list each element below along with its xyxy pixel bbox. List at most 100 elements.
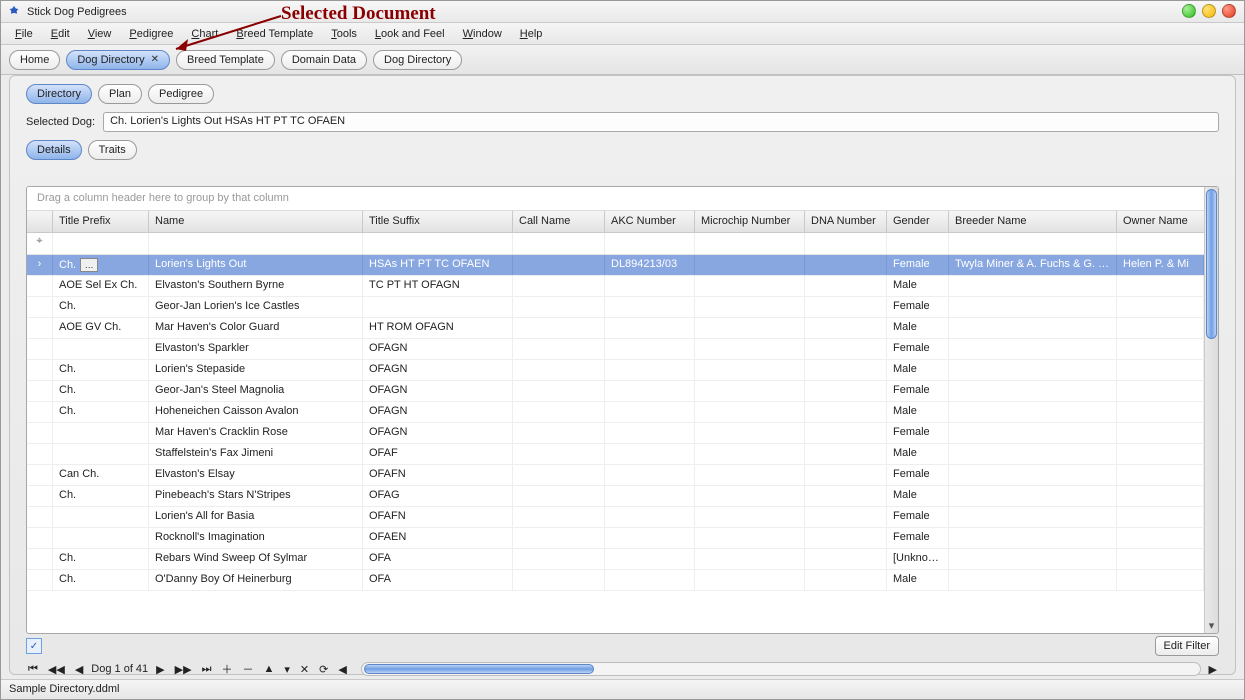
cell-breeder[interactable] xyxy=(949,276,1117,296)
dtab-traits[interactable]: Traits xyxy=(88,140,137,160)
cell-title-prefix[interactable]: Ch. xyxy=(53,360,149,380)
cell-breeder[interactable] xyxy=(949,318,1117,338)
cell-title-suffix[interactable]: HSAs HT PT TC OFAEN xyxy=(363,255,513,275)
menu-edit[interactable]: Edit xyxy=(43,26,78,42)
scroll-thumb[interactable] xyxy=(1206,189,1217,339)
cell-title-prefix[interactable]: Can Ch. xyxy=(53,465,149,485)
cell-gender[interactable]: Female xyxy=(887,339,949,359)
cell-name[interactable]: Elvaston's Elsay xyxy=(149,465,363,485)
cell-gender[interactable]: Male xyxy=(887,318,949,338)
col-dna[interactable]: DNA Number xyxy=(805,211,887,232)
col-breeder[interactable]: Breeder Name xyxy=(949,211,1117,232)
cell-microchip[interactable] xyxy=(695,255,805,275)
cell-call-name[interactable] xyxy=(513,339,605,359)
cell-name[interactable]: Rocknoll's Imagination xyxy=(149,528,363,548)
tab-domain-data[interactable]: Domain Data xyxy=(281,50,367,70)
minimize-button[interactable] xyxy=(1182,4,1196,18)
cell-title-suffix[interactable]: HT ROM OFAGN xyxy=(363,318,513,338)
dtab-details[interactable]: Details xyxy=(26,140,82,160)
cell-akc[interactable]: DL894213/03 xyxy=(605,255,695,275)
nav-prev-icon[interactable]: ◀ xyxy=(73,663,85,676)
hscroll-thumb[interactable] xyxy=(364,664,594,674)
cell-title-suffix[interactable]: OFAFN xyxy=(363,465,513,485)
cell-call-name[interactable] xyxy=(513,486,605,506)
cell-title-suffix[interactable]: OFA xyxy=(363,549,513,569)
cell-microchip[interactable] xyxy=(695,549,805,569)
cell-gender[interactable]: Female xyxy=(887,381,949,401)
cell-microchip[interactable] xyxy=(695,507,805,527)
table-row[interactable]: Ch.Lorien's StepasideOFAGNMale xyxy=(27,360,1204,381)
filter-icon[interactable]: ⌖ xyxy=(27,233,53,254)
cell-akc[interactable] xyxy=(605,570,695,590)
cell-name[interactable]: Pinebeach's Stars N'Stripes xyxy=(149,486,363,506)
table-row[interactable]: Ch.Pinebeach's Stars N'StripesOFAGMale xyxy=(27,486,1204,507)
menu-look-and-feel[interactable]: Look and Feel xyxy=(367,26,453,42)
vertical-scrollbar[interactable]: ▴ ▾ xyxy=(1204,187,1218,633)
cell-dna[interactable] xyxy=(805,423,887,443)
cell-title-prefix[interactable] xyxy=(53,423,149,443)
cell-title-suffix[interactable]: OFAGN xyxy=(363,402,513,422)
cell-name[interactable]: Lorien's Stepaside xyxy=(149,360,363,380)
menu-view[interactable]: View xyxy=(80,26,120,42)
selected-dog-field[interactable]: Ch. Lorien's Lights Out HSAs HT PT TC OF… xyxy=(103,112,1219,132)
cell-call-name[interactable] xyxy=(513,297,605,317)
cell-dna[interactable] xyxy=(805,255,887,275)
cell-title-suffix[interactable]: TC PT HT OFAGN xyxy=(363,276,513,296)
cell-breeder[interactable] xyxy=(949,360,1117,380)
cell-akc[interactable] xyxy=(605,549,695,569)
cell-call-name[interactable] xyxy=(513,423,605,443)
cell-akc[interactable] xyxy=(605,276,695,296)
cell-title-prefix[interactable] xyxy=(53,507,149,527)
cell-dna[interactable] xyxy=(805,402,887,422)
table-row[interactable]: Mar Haven's Cracklin RoseOFAGNFemale xyxy=(27,423,1204,444)
col-title-prefix[interactable]: Title Prefix xyxy=(53,211,149,232)
edit-filter-button[interactable]: Edit Filter xyxy=(1155,636,1219,656)
cell-title-suffix[interactable] xyxy=(363,297,513,317)
maximize-button[interactable] xyxy=(1202,4,1216,18)
cell-dna[interactable] xyxy=(805,381,887,401)
cell-microchip[interactable] xyxy=(695,360,805,380)
table-row[interactable]: AOE GV Ch.Mar Haven's Color GuardHT ROM … xyxy=(27,318,1204,339)
cell-owner[interactable] xyxy=(1117,276,1204,296)
table-row[interactable]: Ch.Geor-Jan's Steel MagnoliaOFAGNFemale xyxy=(27,381,1204,402)
cell-akc[interactable] xyxy=(605,339,695,359)
cell-title-prefix[interactable]: Ch. xyxy=(53,486,149,506)
cell-breeder[interactable] xyxy=(949,444,1117,464)
nav-next-page-icon[interactable]: ▶▶ xyxy=(173,663,194,676)
cell-owner[interactable] xyxy=(1117,444,1204,464)
cell-call-name[interactable] xyxy=(513,570,605,590)
cell-breeder[interactable] xyxy=(949,507,1117,527)
cell-akc[interactable] xyxy=(605,360,695,380)
cell-owner[interactable] xyxy=(1117,486,1204,506)
cell-microchip[interactable] xyxy=(695,486,805,506)
table-row[interactable]: Ch.Geor-Jan Lorien's Ice CastlesFemale xyxy=(27,297,1204,318)
cell-call-name[interactable] xyxy=(513,528,605,548)
cell-call-name[interactable] xyxy=(513,444,605,464)
subtab-pedigree[interactable]: Pedigree xyxy=(148,84,214,104)
nav-add-icon[interactable]: ＋ xyxy=(219,661,234,677)
nav-down-icon[interactable]: ▾ xyxy=(282,663,292,676)
nav-next-icon[interactable]: ▶ xyxy=(154,663,166,676)
cell-name[interactable]: Geor-Jan's Steel Magnolia xyxy=(149,381,363,401)
col-call-name[interactable]: Call Name xyxy=(513,211,605,232)
nav-first-icon[interactable]: ⏮ xyxy=(26,663,40,676)
cell-name[interactable]: Staffelstein's Fax Jimeni xyxy=(149,444,363,464)
cell-dna[interactable] xyxy=(805,528,887,548)
cell-microchip[interactable] xyxy=(695,528,805,548)
cell-breeder[interactable] xyxy=(949,570,1117,590)
filter-checkbox[interactable]: ✓ xyxy=(26,638,42,654)
cell-name[interactable]: Mar Haven's Cracklin Rose xyxy=(149,423,363,443)
cell-akc[interactable] xyxy=(605,486,695,506)
col-name[interactable]: Name xyxy=(149,211,363,232)
cell-akc[interactable] xyxy=(605,381,695,401)
cell-name[interactable]: Lorien's All for Basia xyxy=(149,507,363,527)
cell-microchip[interactable] xyxy=(695,276,805,296)
scroll-down-icon[interactable]: ▾ xyxy=(1205,619,1218,633)
cell-title-prefix[interactable] xyxy=(53,444,149,464)
cell-title-prefix[interactable]: Ch. xyxy=(53,381,149,401)
cell-breeder[interactable] xyxy=(949,486,1117,506)
cell-name[interactable]: O'Danny Boy Of Heinerburg xyxy=(149,570,363,590)
cell-breeder[interactable] xyxy=(949,297,1117,317)
cell-akc[interactable] xyxy=(605,444,695,464)
subtab-plan[interactable]: Plan xyxy=(98,84,142,104)
